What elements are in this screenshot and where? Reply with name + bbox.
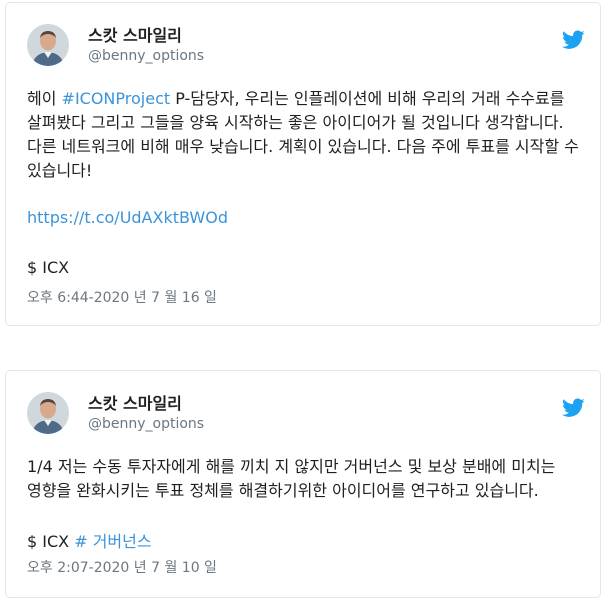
tweet-card: 스캇 스마일리 @benny_options 헤이 #ICONProject P…	[5, 2, 601, 326]
tweet-timestamp[interactable]: 오후 6:44-2020 년 7 월 16 일	[27, 287, 217, 307]
avatar[interactable]	[27, 24, 69, 66]
twitter-bird-icon[interactable]	[562, 30, 585, 50]
tweet-timestamp[interactable]: 오후 2:07-2020 년 7 월 10 일	[27, 557, 217, 577]
tweet-card: 스캇 스마일리 @benny_options 1/4 저는 수동 투자자에게 해…	[5, 370, 601, 598]
avatar[interactable]	[27, 392, 69, 434]
tweet-text: 1/4 저는 수동 투자자에게 해를 끼치 지 않지만 거버넌스 및 보상 분배…	[27, 457, 556, 500]
cashtag: $ ICX	[27, 258, 70, 277]
author-handle[interactable]: @benny_options	[88, 48, 204, 64]
author-name[interactable]: 스캇 스마일리	[88, 22, 182, 46]
twitter-bird-icon[interactable]	[562, 398, 585, 418]
tweet-tags-line: $ ICX # 거버넌스	[27, 528, 152, 552]
hashtag-link[interactable]: # 거버넌스	[74, 532, 151, 551]
author-handle[interactable]: @benny_options	[88, 416, 204, 432]
cashtag: $ ICX	[27, 532, 70, 551]
hashtag-link[interactable]: #ICONProject	[62, 89, 171, 108]
tweet-url-link[interactable]: https://t.co/UdAXktBWOd	[27, 208, 228, 227]
tweet-text: 헤이 #ICONProject P-담당자, 우리는 인플레이션에 비해 우리의…	[27, 87, 582, 183]
author-name[interactable]: 스캇 스마일리	[88, 390, 182, 414]
tweet-text-prefix: 헤이	[27, 89, 62, 108]
